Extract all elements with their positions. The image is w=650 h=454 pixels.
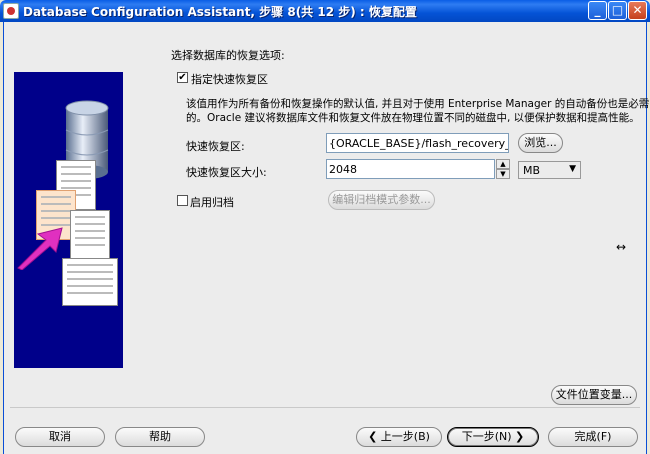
fra-label: 快速恢复区: [186,140,245,153]
unit-value: MB [523,164,541,177]
chevron-down-icon: ▼ [569,164,576,174]
next-button[interactable]: 下一步(N) ❯ [447,427,539,447]
archive-checkbox[interactable] [177,195,188,206]
back-button[interactable]: ❮ 上一步(B) [356,427,442,447]
fra-location-input[interactable]: {ORACLE_BASE}/flash_recovery_area [326,133,509,153]
cancel-button[interactable]: 取消 [15,427,105,447]
fast-recovery-checkbox-label[interactable]: 指定快速恢复区 [191,71,268,87]
footer-separator [10,407,640,408]
archive-checkbox-label[interactable]: 启用归档 [190,194,234,210]
edit-archive-params-button[interactable]: 编辑归档模式参数... [328,190,435,210]
file-location-variables-button[interactable]: 文件位置变量... [551,385,637,405]
next-label: 下一步(N) [461,430,512,443]
back-label: 上一步(B) [380,430,430,443]
fast-recovery-checkbox[interactable]: ✔ [177,72,188,83]
fra-size-input[interactable]: 2048 [326,159,495,179]
finish-button[interactable]: 完成(F) [548,427,638,447]
browse-button[interactable]: 浏览... [518,133,563,153]
chevron-right-icon: ❯ [515,430,525,443]
maximize-button[interactable]: □ [608,1,627,20]
title-bar: Database Configuration Assistant, 步骤 8(共… [0,0,650,22]
arrow-icon [17,227,63,270]
close-button[interactable]: ✕ [628,1,647,20]
spin-up-icon[interactable]: ▲ [496,159,510,169]
description-line-2: 的。Oracle 建议将数据库文件和恢复文件放在物理位置不同的磁盘中, 以便保护… [186,112,640,124]
document-icon [62,258,118,306]
fra-size-spinner[interactable]: ▲ ▼ [496,159,510,179]
description-line-1: 该值用作为所有备份和恢复操作的默认值, 并且对于使用 Enterprise Ma… [186,98,650,110]
window-title: Database Configuration Assistant, 步骤 8(共… [23,5,417,19]
document-icon [70,210,110,260]
chevron-left-icon: ❮ [368,430,378,443]
wizard-illustration [14,72,123,368]
fra-size-unit-select[interactable]: MB ▼ [518,161,581,179]
resize-cursor-icon: ↔ [616,240,627,254]
fra-size-label: 快速恢复区大小: [186,166,267,179]
help-button[interactable]: 帮助 [115,427,205,447]
app-icon [3,3,19,19]
minimize-button[interactable]: _ [588,1,607,20]
spin-down-icon[interactable]: ▼ [496,169,510,179]
section-title: 选择数据库的恢复选项: [171,49,285,62]
